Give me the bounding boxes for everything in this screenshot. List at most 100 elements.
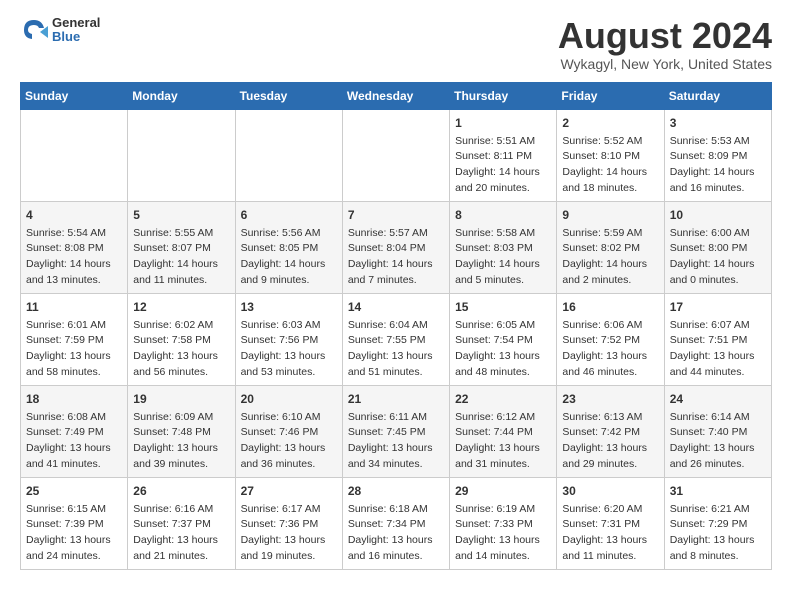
calendar-cell: 4Sunrise: 5:54 AMSunset: 8:08 PMDaylight… bbox=[21, 201, 128, 293]
title-area: August 2024 Wykagyl, New York, United St… bbox=[558, 16, 772, 72]
calendar-cell: 13Sunrise: 6:03 AMSunset: 7:56 PMDayligh… bbox=[235, 293, 342, 385]
day-info: and 48 minutes. bbox=[455, 365, 551, 381]
day-info: Daylight: 13 hours bbox=[455, 349, 551, 365]
logo-general: General bbox=[52, 16, 100, 30]
day-info: Sunrise: 5:59 AM bbox=[562, 226, 658, 242]
weekday-header: Tuesday bbox=[235, 82, 342, 109]
calendar-cell: 2Sunrise: 5:52 AMSunset: 8:10 PMDaylight… bbox=[557, 109, 664, 201]
calendar-cell: 30Sunrise: 6:20 AMSunset: 7:31 PMDayligh… bbox=[557, 477, 664, 569]
calendar-cell: 16 Sunrise: 6:06 AMSunset: 7:52 PMDayligh… bbox=[557, 293, 664, 385]
calendar-cell: 26Sunrise: 6:16 AMSunset: 7:37 PMDayligh… bbox=[128, 477, 235, 569]
logo-blue: Blue bbox=[52, 30, 100, 44]
day-info: Sunrise: 6:05 AM bbox=[455, 318, 551, 334]
day-info: Sunrise: 5:57 AM bbox=[348, 226, 444, 242]
day-info: and 8 minutes. bbox=[670, 549, 766, 565]
day-info: Sunset: 7:52 PM bbox=[562, 333, 658, 349]
day-number: 28 bbox=[348, 482, 444, 500]
day-info: Sunrise: 6:03 AM bbox=[241, 318, 337, 334]
day-number: 1 bbox=[455, 114, 551, 132]
day-info: Sunset: 7:39 PM bbox=[26, 517, 122, 533]
calendar-week-row: 4Sunrise: 5:54 AMSunset: 8:08 PMDaylight… bbox=[21, 201, 772, 293]
day-info: Daylight: 14 hours bbox=[562, 257, 658, 273]
day-info: Sunset: 7:29 PM bbox=[670, 517, 766, 533]
day-number: 15 bbox=[455, 298, 551, 316]
day-number: 19 bbox=[133, 390, 229, 408]
day-number: 26 bbox=[133, 482, 229, 500]
day-info: Sunrise: 6:07 AM bbox=[670, 318, 766, 334]
header: General Blue August 2024 Wykagyl, New Yo… bbox=[20, 16, 772, 72]
day-info: Sunrise: 6:13 AM bbox=[562, 410, 658, 426]
weekday-header: Wednesday bbox=[342, 82, 449, 109]
day-number: 3 bbox=[670, 114, 766, 132]
day-info: Sunset: 8:03 PM bbox=[455, 241, 551, 257]
calendar-cell bbox=[235, 109, 342, 201]
day-info: and 11 minutes. bbox=[133, 273, 229, 289]
weekday-header: Monday bbox=[128, 82, 235, 109]
calendar-cell: 3Sunrise: 5:53 AMSunset: 8:09 PMDaylight… bbox=[664, 109, 771, 201]
day-info: Sunrise: 6:19 AM bbox=[455, 502, 551, 518]
day-info: Daylight: 14 hours bbox=[455, 257, 551, 273]
day-number: 21 bbox=[348, 390, 444, 408]
calendar-cell: 19Sunrise: 6:09 AMSunset: 7:48 PMDayligh… bbox=[128, 385, 235, 477]
day-info: Sunrise: 6:16 AM bbox=[133, 502, 229, 518]
day-number: 6 bbox=[241, 206, 337, 224]
day-info: Sunrise: 5:54 AM bbox=[26, 226, 122, 242]
day-info: and 11 minutes. bbox=[562, 549, 658, 565]
calendar-cell: 17Sunrise: 6:07 AMSunset: 7:51 PMDayligh… bbox=[664, 293, 771, 385]
day-info: and 24 minutes. bbox=[26, 549, 122, 565]
day-info: Daylight: 13 hours bbox=[26, 441, 122, 457]
weekday-header: Sunday bbox=[21, 82, 128, 109]
day-info: Sunset: 7:31 PM bbox=[562, 517, 658, 533]
calendar-table: SundayMondayTuesdayWednesdayThursdayFrid… bbox=[20, 82, 772, 570]
day-info: Sunrise: 6:08 AM bbox=[26, 410, 122, 426]
day-info: Daylight: 13 hours bbox=[241, 533, 337, 549]
day-info: Sunset: 7:51 PM bbox=[670, 333, 766, 349]
day-info: Sunrise: 6:17 AM bbox=[241, 502, 337, 518]
day-info: Sunrise: 6:01 AM bbox=[26, 318, 122, 334]
day-number: 16 bbox=[562, 298, 658, 316]
day-info: Daylight: 13 hours bbox=[348, 349, 444, 365]
calendar-cell: 12Sunrise: 6:02 AMSunset: 7:58 PMDayligh… bbox=[128, 293, 235, 385]
calendar-week-row: 25Sunrise: 6:15 AMSunset: 7:39 PMDayligh… bbox=[21, 477, 772, 569]
day-info: Sunset: 7:55 PM bbox=[348, 333, 444, 349]
day-info: Sunrise: 6:06 AM bbox=[562, 318, 658, 334]
logo-text: General Blue bbox=[52, 16, 100, 45]
calendar-cell: 18 Sunrise: 6:08 AMSunset: 7:49 PMDayligh… bbox=[21, 385, 128, 477]
day-number: 7 bbox=[348, 206, 444, 224]
day-info: and 56 minutes. bbox=[133, 365, 229, 381]
day-info: Sunset: 7:59 PM bbox=[26, 333, 122, 349]
calendar-cell bbox=[128, 109, 235, 201]
calendar-cell: 20Sunrise: 6:10 AMSunset: 7:46 PMDayligh… bbox=[235, 385, 342, 477]
day-info: Daylight: 14 hours bbox=[348, 257, 444, 273]
day-info: Sunset: 8:02 PM bbox=[562, 241, 658, 257]
day-info: Daylight: 13 hours bbox=[670, 349, 766, 365]
calendar-cell: 7Sunrise: 5:57 AMSunset: 8:04 PMDaylight… bbox=[342, 201, 449, 293]
calendar-cell: 27Sunrise: 6:17 AMSunset: 7:36 PMDayligh… bbox=[235, 477, 342, 569]
day-number: 18 bbox=[26, 390, 122, 408]
weekday-header-row: SundayMondayTuesdayWednesdayThursdayFrid… bbox=[21, 82, 772, 109]
calendar-cell: 31Sunrise: 6:21 AMSunset: 7:29 PMDayligh… bbox=[664, 477, 771, 569]
day-number: 9 bbox=[562, 206, 658, 224]
day-info: Sunset: 7:40 PM bbox=[670, 425, 766, 441]
day-info: and 2 minutes. bbox=[562, 273, 658, 289]
day-info: and 16 minutes. bbox=[670, 181, 766, 197]
day-info: Daylight: 13 hours bbox=[562, 349, 658, 365]
day-info: Sunset: 7:44 PM bbox=[455, 425, 551, 441]
calendar-cell: 8Sunrise: 5:58 AMSunset: 8:03 PMDaylight… bbox=[450, 201, 557, 293]
day-info: Daylight: 13 hours bbox=[26, 533, 122, 549]
calendar-week-row: 11Sunrise: 6:01 AMSunset: 7:59 PMDayligh… bbox=[21, 293, 772, 385]
day-info: and 53 minutes. bbox=[241, 365, 337, 381]
day-info: Sunset: 7:58 PM bbox=[133, 333, 229, 349]
day-info: Sunset: 7:49 PM bbox=[26, 425, 122, 441]
day-info: Daylight: 13 hours bbox=[241, 349, 337, 365]
day-info: Sunrise: 6:02 AM bbox=[133, 318, 229, 334]
logo-icon bbox=[20, 16, 48, 44]
day-info: Sunrise: 6:15 AM bbox=[26, 502, 122, 518]
subtitle: Wykagyl, New York, United States bbox=[558, 56, 772, 72]
day-number: 5 bbox=[133, 206, 229, 224]
day-info: Daylight: 13 hours bbox=[562, 533, 658, 549]
weekday-header: Saturday bbox=[664, 82, 771, 109]
day-info: and 58 minutes. bbox=[26, 365, 122, 381]
day-info: and 41 minutes. bbox=[26, 457, 122, 473]
day-info: Sunset: 8:05 PM bbox=[241, 241, 337, 257]
